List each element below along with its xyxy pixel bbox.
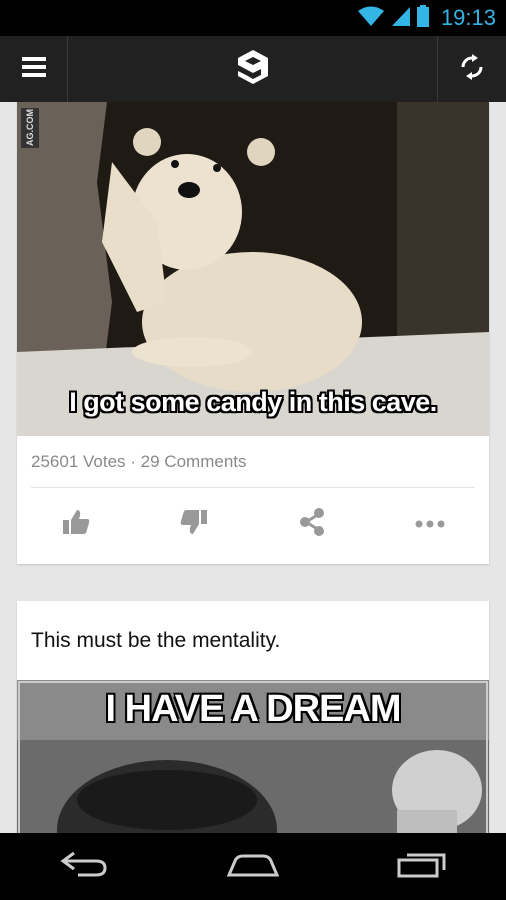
- post-card: This must be the mentality. I HAVE A DRE…: [17, 601, 489, 833]
- stats-separator: ·: [130, 452, 136, 471]
- home-button[interactable]: [213, 837, 293, 897]
- more-icon: [415, 515, 445, 533]
- recent-apps-icon: [397, 850, 447, 883]
- refresh-icon: [457, 53, 487, 85]
- votes-count[interactable]: 25601 Votes: [31, 452, 126, 471]
- thumbs-up-icon: [62, 508, 90, 541]
- battery-icon: [416, 4, 429, 32]
- status-time: 19:13: [440, 5, 496, 30]
- feed[interactable]: AG.COM I got some candy in this cave. 25…: [0, 102, 506, 833]
- 9gag-logo-icon: [236, 49, 270, 90]
- app-bar: [0, 36, 506, 102]
- post-stats: 25601 Votes · 29 Comments: [31, 452, 247, 472]
- post-title[interactable]: This must be the mentality.: [31, 629, 280, 653]
- signal-icon: [391, 5, 411, 32]
- hamburger-menu-icon: [21, 56, 46, 83]
- upvote-button[interactable]: [46, 500, 106, 548]
- image-caption: I got some candy in this cave.: [69, 387, 437, 417]
- image-caption: I HAVE A DREAM: [105, 688, 402, 730]
- divider: [31, 487, 475, 488]
- share-icon: [298, 507, 326, 541]
- wifi-icon: [357, 5, 385, 32]
- share-button[interactable]: [282, 500, 342, 548]
- navigation-bar: [0, 833, 506, 900]
- thumbs-down-icon: [180, 508, 208, 541]
- menu-button[interactable]: [0, 36, 68, 102]
- back-button[interactable]: [44, 837, 124, 897]
- app-logo[interactable]: [68, 36, 437, 102]
- post-image[interactable]: I HAVE A DREAM: [17, 680, 489, 833]
- post-card: AG.COM I got some candy in this cave. 25…: [17, 102, 489, 564]
- status-bar: 19:13: [0, 0, 506, 36]
- refresh-button[interactable]: [437, 36, 506, 102]
- polar-bear-cub-image: [17, 102, 489, 436]
- post-actions: [17, 498, 489, 550]
- comments-count[interactable]: 29 Comments: [141, 452, 247, 471]
- recent-apps-button[interactable]: [382, 837, 462, 897]
- back-icon: [60, 851, 108, 882]
- more-options-button[interactable]: [400, 500, 460, 548]
- home-icon: [226, 851, 280, 882]
- post-image[interactable]: AG.COM I got some candy in this cave.: [17, 102, 489, 436]
- downvote-button[interactable]: [164, 500, 224, 548]
- watermark: AG.COM: [21, 108, 39, 148]
